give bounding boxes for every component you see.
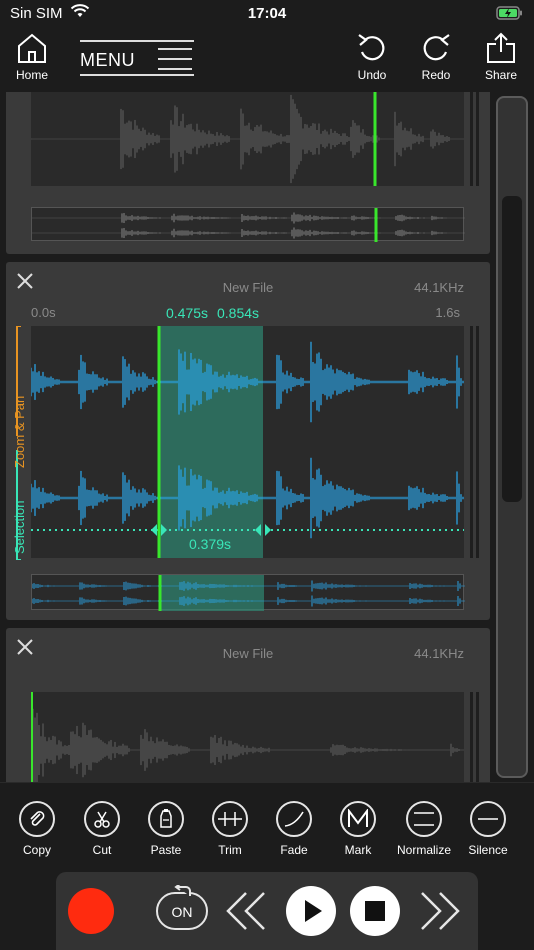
overview-waveform <box>31 208 465 242</box>
loop-on-label: ON <box>171 904 193 920</box>
overview-waveform <box>31 575 465 611</box>
cut-label: Cut <box>92 843 112 857</box>
fast-forward-icon <box>421 892 460 930</box>
sample-rate: 44.1KHz <box>414 280 464 295</box>
mark-m-icon <box>348 809 368 827</box>
cut-button[interactable]: Cut <box>70 801 134 857</box>
waveform-gray <box>29 692 464 782</box>
level-meter <box>470 326 480 558</box>
time-start: 0.0s <box>31 305 56 320</box>
play-button[interactable] <box>286 886 336 936</box>
loop-on-button[interactable]: ON <box>156 885 208 930</box>
silence-icon <box>478 818 498 820</box>
track-2[interactable]: New File 44.1KHz 0.0s 1.6s 0.475s 0.854s… <box>6 262 490 620</box>
hamburger-icon <box>158 48 192 70</box>
selection-region[interactable] <box>159 326 263 558</box>
share-label: Share <box>484 68 518 82</box>
stop-icon <box>365 901 385 921</box>
zoom-pan-label[interactable]: Zoom & Pan <box>12 396 27 468</box>
selection-end-time: 0.854s <box>217 305 260 321</box>
trim-button[interactable]: Trim <box>198 801 262 857</box>
share-icon <box>487 32 515 63</box>
normalize-button[interactable]: Normalize <box>392 801 456 857</box>
silence-label: Silence <box>468 843 508 857</box>
home-label: Home <box>15 68 48 82</box>
scrollbar-thumb[interactable] <box>502 196 522 502</box>
waveform-blue <box>30 326 464 558</box>
overview-strip[interactable] <box>31 207 465 242</box>
selection-label[interactable]: Selection <box>12 501 27 554</box>
play-icon <box>305 900 322 922</box>
fade-button[interactable]: Fade <box>262 801 326 857</box>
paperclip-icon <box>30 811 45 826</box>
copy-label: Copy <box>22 843 51 857</box>
mark-label: Mark <box>344 843 372 857</box>
edit-tools-bar: Copy Cut Paste Trim Fade Mark Normalize … <box>0 782 534 870</box>
share-button[interactable]: Share <box>471 32 531 82</box>
waveform-view[interactable]: 0.379s <box>30 326 464 558</box>
trim-icon <box>218 812 242 826</box>
battery-icon <box>496 6 524 25</box>
menu-label: MENU <box>80 50 135 70</box>
record-button[interactable] <box>68 888 114 934</box>
copy-button[interactable]: Copy <box>5 801 69 857</box>
paste-label: Paste <box>150 843 182 857</box>
status-bar: Sin SIM 17:04 <box>0 0 534 28</box>
mark-button[interactable]: Mark <box>326 801 390 857</box>
redo-button[interactable]: Redo <box>406 32 466 82</box>
undo-label: Undo <box>357 68 387 82</box>
sample-rate: 44.1KHz <box>414 646 464 661</box>
home-icon <box>18 33 46 63</box>
clock: 17:04 <box>247 5 287 22</box>
overview-strip[interactable] <box>31 574 465 611</box>
silence-button[interactable]: Silence <box>456 801 520 857</box>
top-toolbar: Home MENU Undo Redo Share <box>0 28 534 92</box>
undo-icon <box>358 34 385 61</box>
redo-label: Redo <box>421 68 451 82</box>
track-3[interactable]: New File 44.1KHz <box>6 628 490 782</box>
redo-icon <box>423 34 450 61</box>
selection-start-time: 0.475s <box>166 305 209 321</box>
transport-bar: ON <box>56 872 478 950</box>
paste-button[interactable]: Paste <box>134 801 198 857</box>
stop-button[interactable] <box>350 886 400 936</box>
waveform-view[interactable] <box>30 92 464 186</box>
fade-label: Fade <box>280 843 308 857</box>
level-meter <box>470 92 480 186</box>
tracks-area[interactable]: New File 44.1KHz 0.0s 1.6s 0.475s 0.854s… <box>0 92 534 782</box>
paste-icon <box>160 809 172 828</box>
selection-length: 0.379s <box>189 536 232 552</box>
fast-forward-button[interactable] <box>416 890 462 937</box>
loop-arrow-icon <box>174 885 191 896</box>
overview-selection <box>160 575 264 611</box>
undo-button[interactable]: Undo <box>342 32 402 82</box>
scissors-icon <box>94 811 110 828</box>
normalize-label: Normalize <box>396 843 451 857</box>
track-1[interactable] <box>6 92 490 254</box>
trim-label: Trim <box>218 843 242 857</box>
tracks-scrollbar[interactable] <box>496 96 528 778</box>
waveform-view[interactable] <box>29 692 464 782</box>
home-button[interactable]: Home <box>2 32 62 82</box>
waveform-gray <box>30 92 464 186</box>
menu-button[interactable]: MENU <box>80 40 194 76</box>
rewind-button[interactable] <box>224 890 270 937</box>
time-end: 1.6s <box>435 305 460 320</box>
normalize-icon <box>414 812 434 826</box>
rewind-icon <box>226 892 265 930</box>
fade-curve-icon <box>284 811 304 827</box>
level-meter <box>470 692 480 782</box>
